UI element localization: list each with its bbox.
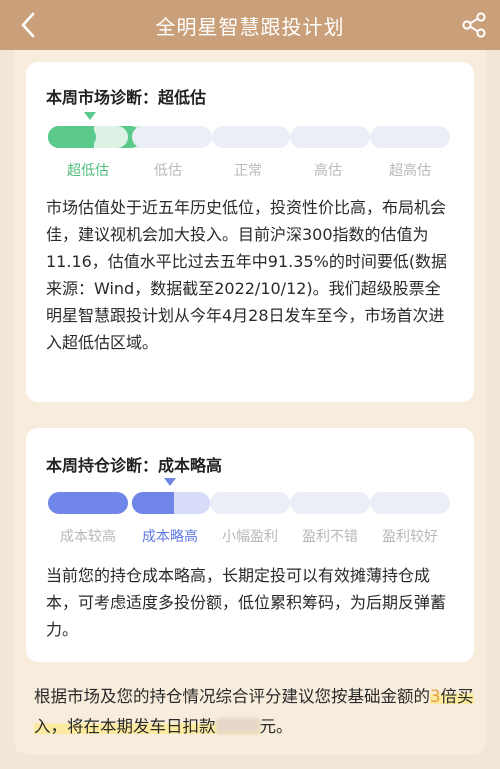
position-level-bar [48, 492, 450, 514]
market-level-label: 高估 [314, 163, 342, 179]
masked-amount [215, 718, 260, 734]
position-level-segment [370, 492, 450, 514]
market-diagnosis-title: 本周市场诊断：超低估 [46, 88, 207, 107]
position-level-marker [164, 478, 176, 486]
market-level-segment [94, 126, 128, 148]
market-level-label: 低估 [154, 163, 182, 179]
market-level-segment [212, 126, 290, 148]
position-diagnosis-text: 当前您的持仓成本略高，长期定投可以有效摊薄持仓成本，可考虑适度多投份额，低位累积… [46, 566, 447, 639]
position-level-segment [210, 492, 290, 514]
market-level-label: 超低估 [67, 163, 109, 179]
market-level-bar [48, 126, 450, 148]
position-level-label: 成本较高 [60, 529, 116, 545]
market-level-segment [370, 126, 450, 148]
market-level-segment [48, 126, 96, 148]
top-bar: 全明星智慧跟投计划 [0, 0, 500, 50]
page-title: 全明星智慧跟投计划 [155, 14, 345, 39]
position-level-label: 盈利不错 [302, 529, 358, 545]
market-level-segment [290, 126, 370, 148]
investment-recommendation: 根据市场及您的持仓情况综合评分建议您按基础金额的3倍买入，将在本期发车日扣款 元。 [34, 682, 474, 742]
position-level-label: 成本略高 [142, 529, 198, 545]
position-level-segment [48, 492, 128, 514]
market-level-marker [84, 112, 96, 120]
position-level-segment [132, 492, 178, 514]
recommendation-text-1: 根据市场及您的持仓情况综合评分建议您按基础金额的 [34, 687, 430, 706]
chevron-left-icon [21, 12, 35, 38]
position-diagnosis-title: 本周持仓诊断：成本略高 [46, 456, 223, 475]
share-icon [462, 12, 486, 38]
market-diagnosis-text: 市场估值处于近五年历史低位，投资性价比高，布局机会佳，建议视机会加大投入。目前沪… [46, 198, 448, 352]
market-level-label: 正常 [234, 163, 262, 179]
market-level-segment [132, 126, 212, 148]
position-diagnosis-card: 本周持仓诊断：成本略高 成本较高 成本略高 小幅盈利 盈利不错 盈利较好 当前您… [26, 428, 474, 662]
back-button[interactable] [14, 11, 42, 39]
market-level-label: 超高估 [389, 163, 431, 179]
position-level-labels: 成本较高 成本略高 小幅盈利 盈利不错 盈利较好 [48, 526, 450, 546]
position-level-segment [174, 492, 210, 514]
position-level-label: 盈利较好 [382, 529, 438, 545]
position-level-label: 小幅盈利 [222, 529, 278, 545]
market-level-labels: 超低估 低估 正常 高估 超高估 [48, 160, 450, 180]
share-button[interactable] [460, 11, 488, 39]
position-level-segment [290, 492, 370, 514]
market-diagnosis-card: 本周市场诊断：超低估 超低估 低估 正常 高估 超高估 市场估值处于近五年历史低… [26, 62, 474, 402]
multiplier-value: 3 [430, 687, 441, 706]
recommendation-text-3: 元。 [259, 717, 293, 736]
